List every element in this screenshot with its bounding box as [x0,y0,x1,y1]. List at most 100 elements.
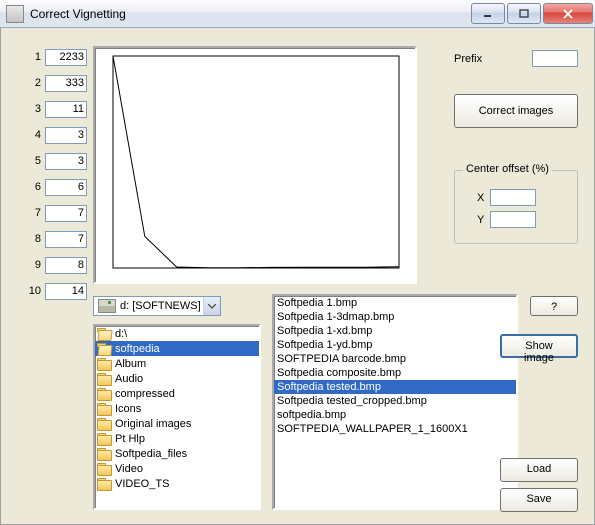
offset-y-input[interactable] [490,211,536,228]
value-index: 9 [21,259,45,271]
value-input[interactable] [45,231,87,248]
folder-icon [97,418,112,430]
file-item[interactable]: Softpedia 1-yd.bmp [274,338,516,352]
value-row: 6 [9,176,87,198]
graph-plot [97,50,413,280]
file-item[interactable]: Softpedia 1-xd.bmp [274,324,516,338]
file-item[interactable]: SOFTPEDIA barcode.bmp [274,352,516,366]
show-image-button[interactable]: Show image [500,334,578,358]
value-input[interactable] [45,153,87,170]
folder-tree[interactable]: d:\ softpediaAlbumAudio compressed Icons Ori… [93,324,261,510]
folder-icon [97,448,112,460]
value-index: 4 [21,129,45,141]
offset-x-input[interactable] [490,189,536,206]
value-row: 5 [9,150,87,172]
value-index: 2 [21,77,45,89]
correct-images-label: Correct images [479,105,554,117]
folder-icon [97,433,112,445]
load-button[interactable]: Load [500,458,578,482]
value-input[interactable] [45,283,87,300]
value-index: 7 [21,207,45,219]
load-label: Load [527,463,551,475]
offset-x-label: X [477,192,484,204]
drive-icon [98,299,116,313]
file-item[interactable]: softpedia.bmp [274,408,516,422]
tree-item-label: VIDEO_TS [115,478,169,490]
tree-item-label: Icons [115,403,141,415]
file-item[interactable]: Softpedia 1-3dmap.bmp [274,310,516,324]
help-button[interactable]: ? [530,296,578,316]
drive-combo[interactable]: d: [SOFTNEWS] [93,296,221,316]
offset-y-label: Y [477,214,484,226]
center-offset-group: Center offset (%) X Y [454,170,578,244]
value-index: 8 [21,233,45,245]
tree-item[interactable]: Softpedia_files [95,446,259,461]
window-controls [469,3,593,24]
value-index: 3 [21,103,45,115]
titlebar[interactable]: Correct Vignetting [0,0,595,28]
value-column: 1 2 3 4 5 6 7 8 9 10 [9,46,87,306]
file-item[interactable]: Softpedia 1.bmp [274,296,516,310]
folder-icon [97,358,112,370]
tree-item-label: Video [115,463,143,475]
value-input[interactable] [45,127,87,144]
value-row: 10 [9,280,87,302]
maximize-button[interactable] [507,3,541,24]
window: Correct Vignetting 12345678910 P [0,0,595,525]
file-item[interactable]: SOFTPEDIA_WALLPAPER_1_1600X1 [274,422,516,436]
tree-item-label: compressed [115,388,175,400]
tree-item[interactable]: Pt Hlp [95,431,259,446]
prefix-input[interactable] [532,50,578,67]
folder-icon [97,463,112,475]
save-label: Save [526,493,551,505]
folder-icon [97,478,112,490]
tree-item-label: softpedia [115,343,160,355]
graph-panel [93,46,417,284]
close-icon [563,9,574,19]
value-input[interactable] [45,49,87,66]
value-row: 1 [9,46,87,68]
show-image-label: Show image [524,340,554,364]
value-input[interactable] [45,101,87,118]
tree-item[interactable]: Album [95,356,259,371]
folder-icon [97,403,112,415]
value-row: 8 [9,228,87,250]
save-button[interactable]: Save [500,488,578,512]
tree-item[interactable]: VIDEO_TS [95,476,259,491]
minimize-button[interactable] [471,3,505,24]
center-offset-legend: Center offset (%) [463,163,552,175]
drive-label: d: [SOFTNEWS] [120,300,203,312]
chevron-down-icon [203,297,220,315]
tree-item-label: Softpedia_files [115,448,187,460]
value-input[interactable] [45,179,87,196]
help-label: ? [551,301,557,313]
offset-y-row: Y [477,211,536,228]
value-input[interactable] [45,257,87,274]
value-row: 2 [9,72,87,94]
folder-open-icon [97,328,112,340]
file-item[interactable]: Softpedia composite.bmp [274,366,516,380]
app-icon [6,5,24,23]
file-item[interactable]: Softpedia tested_cropped.bmp [274,394,516,408]
folder-icon [97,388,112,400]
close-button[interactable] [543,3,593,24]
tree-item[interactable]: softpedia [95,341,259,356]
tree-item[interactable]: Original images [95,416,259,431]
tree-item-label: Pt Hlp [115,433,145,445]
tree-item[interactable]: Video [95,461,259,476]
value-input[interactable] [45,75,87,92]
folder-icon [97,373,112,385]
prefix-row: Prefix [454,50,578,67]
tree-item[interactable]: compressed [95,386,259,401]
tree-item[interactable]: Audio [95,371,259,386]
correct-images-button[interactable]: Correct images [454,94,578,128]
file-item[interactable]: Softpedia tested.bmp [274,380,516,394]
prefix-label: Prefix [454,53,482,65]
file-list[interactable]: Softpedia 1.bmpSoftpedia 1-3dmap.bmpSoft… [272,294,518,510]
value-index: 1 [21,51,45,63]
tree-item[interactable]: Icons [95,401,259,416]
value-input[interactable] [45,205,87,222]
tree-item[interactable]: d:\ [95,326,259,341]
value-row: 3 [9,98,87,120]
tree-item-label: Original images [115,418,191,430]
